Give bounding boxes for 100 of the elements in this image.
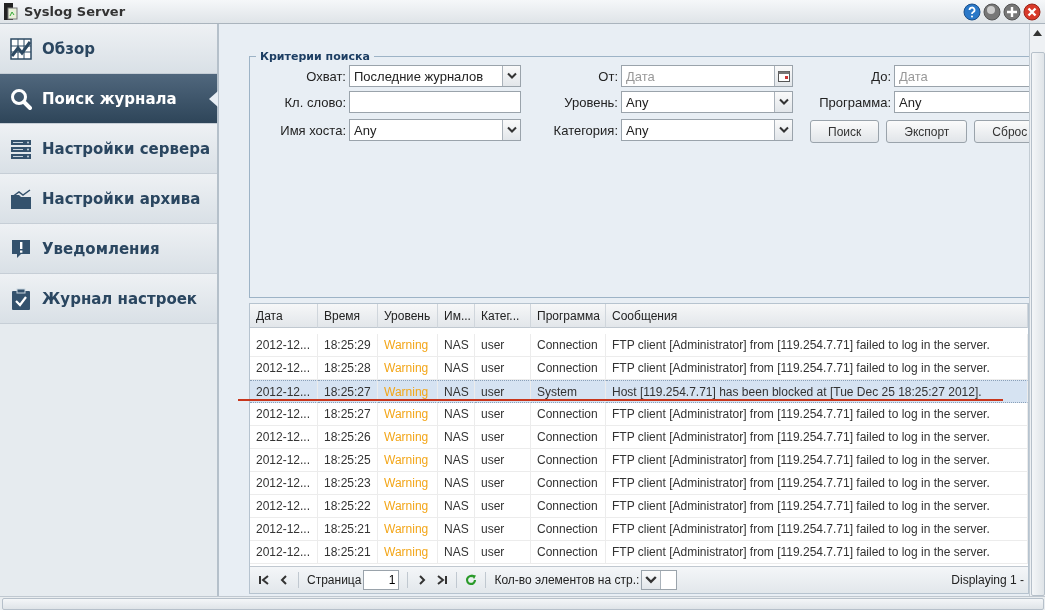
action-button[interactable]: Поиск [810,120,880,143]
dropdown-field[interactable]: Any [621,91,793,113]
level-cell: Warning [378,541,438,564]
message-cell: FTP client [Administrator] from [119.254.7.71] failed to log in the server. [606,472,1028,495]
host-cell: NAS [438,426,475,449]
level-cell: Warning [378,426,438,449]
field-label: Имя хоста: [280,122,346,138]
date-cell: 2012-12... [250,495,318,518]
date-cell: 2012-12... [250,334,318,357]
input-field[interactable]: Any [894,91,1029,113]
time-cell: 18:25:23 [318,472,378,495]
time-cell: 18:25:22 [318,495,378,518]
chevron-down-icon [778,126,789,134]
vertical-scrollbar[interactable] [1029,24,1045,596]
sidebar-item[interactable]: Обзор [0,24,217,74]
refresh-icon[interactable] [465,574,478,586]
date-cell: 2012-12... [250,380,318,403]
chevron-down-icon [645,574,658,586]
message-cell: FTP client [Administrator] from [119.254.7.71] failed to log in the server. [606,541,1028,564]
level-cell: Warning [378,449,438,472]
category-cell: user [475,334,531,357]
app-icon [4,3,18,20]
category-cell: user [475,403,531,426]
column-header[interactable]: Программа [531,304,606,328]
calendar-icon [777,70,790,82]
sidebar-item[interactable]: Журнал настроек [0,274,217,324]
time-cell: 18:25:27 [318,380,378,403]
field-label: От: [598,68,618,84]
time-cell: 18:25:25 [318,449,378,472]
horizontal-scrollbar[interactable] [0,596,1045,610]
date-cell: 2012-12... [250,426,318,449]
message-cell: FTP client [Administrator] from [119.254.7.71] failed to log in the server. [606,518,1028,541]
message-cell: Host [119.254.7.71] has been blocked at [Tue Dec 25 18:25:27 2012]. [606,380,1028,403]
dropdown-field[interactable]: Any [621,119,793,141]
column-header[interactable]: Уровень [378,304,438,328]
sidebar-item[interactable]: Поиск журнала [0,74,217,124]
column-header[interactable]: Сообщения [606,304,1028,328]
category-cell: user [475,449,531,472]
clipboard-icon [10,287,32,310]
time-cell: 18:25:29 [318,334,378,357]
category-cell: user [475,495,531,518]
action-button[interactable]: Сброс [974,120,1029,143]
folder-icon [10,187,32,210]
host-cell: NAS [438,449,475,472]
minimize-icon[interactable] [983,2,1001,21]
message-cell: FTP client [Administrator] from [119.254.7.71] failed to log in the server. [606,403,1028,426]
window-title: Syslog Server [24,4,126,19]
scroll-up-icon[interactable] [1033,30,1042,36]
search-icon [10,87,32,110]
level-cell: Warning [378,518,438,541]
time-cell: 18:25:21 [318,541,378,564]
column-header[interactable]: Дата [250,304,318,328]
host-cell: NAS [438,403,475,426]
program-cell: Connection [531,495,606,518]
host-cell: NAS [438,495,475,518]
time-cell: 18:25:26 [318,426,378,449]
column-header[interactable]: Им... [438,304,475,328]
sidebar-item[interactable]: Уведомления [0,224,217,274]
category-cell: user [475,518,531,541]
sidebar-item[interactable]: Настройки архива [0,174,217,224]
host-cell: NAS [438,380,475,403]
level-cell: Warning [378,403,438,426]
host-cell: NAS [438,334,475,357]
field-value: Any [625,122,650,138]
dropdown-field[interactable]: Последние журналов [349,65,521,87]
date-cell: 2012-12... [250,403,318,426]
previous-page-icon[interactable] [278,574,290,586]
program-cell: System [531,380,606,403]
displaying-text: Displaying 1 - [951,573,1025,587]
chart-icon [10,37,32,60]
sidebar-item[interactable]: Настройки сервера [0,124,217,174]
column-header[interactable]: Время [318,304,378,328]
host-cell: NAS [438,541,475,564]
input-field[interactable] [349,91,521,113]
field-label: Охват: [306,68,346,84]
program-cell: Connection [531,426,606,449]
category-cell: user [475,541,531,564]
dropdown-field[interactable]: Any [349,119,521,141]
page-size-dropdown[interactable] [641,570,678,590]
page-label: Страница [307,573,362,587]
field-label: Программа: [819,94,891,110]
page-size-label: Кол-во элементов на стр.: [494,573,640,587]
level-cell: Warning [378,472,438,495]
program-cell: Connection [531,472,606,495]
close-icon[interactable] [1023,2,1041,21]
message-cell: FTP client [Administrator] from [119.254.7.71] failed to log in the server. [606,449,1028,472]
program-cell: Connection [531,449,606,472]
last-page-icon[interactable] [436,574,449,586]
maximize-icon[interactable] [1003,2,1021,21]
program-cell: Connection [531,518,606,541]
level-cell: Warning [378,334,438,357]
action-button[interactable]: Экспорт [886,120,968,143]
field-value: Any [625,94,650,110]
field-label: Кл. слово: [284,94,346,110]
column-header[interactable]: Катег... [475,304,531,328]
host-cell: NAS [438,518,475,541]
first-page-icon[interactable] [258,574,270,586]
page-field[interactable]: 1 [363,570,400,590]
chevron-down-icon [778,98,789,106]
help-icon[interactable] [963,2,981,21]
